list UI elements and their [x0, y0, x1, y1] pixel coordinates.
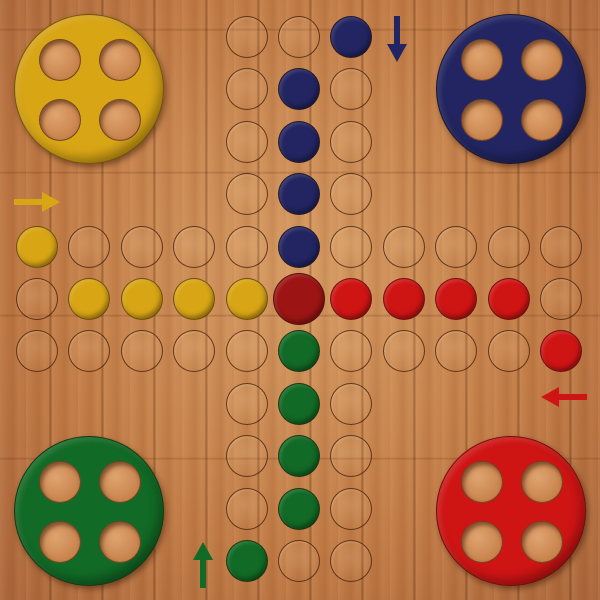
- field-empty[interactable]: [435, 225, 478, 268]
- field-blue[interactable]: [278, 120, 320, 163]
- field-green[interactable]: [278, 487, 320, 530]
- field-empty[interactable]: [225, 487, 268, 530]
- green-start-arrow-icon: [193, 542, 213, 588]
- field-empty[interactable]: [225, 330, 268, 373]
- field-green[interactable]: [278, 330, 320, 373]
- field-empty[interactable]: [225, 173, 268, 216]
- field-empty[interactable]: [120, 225, 163, 268]
- field-red[interactable]: [540, 330, 582, 373]
- field-red[interactable]: [330, 278, 373, 320]
- home-red: [436, 436, 586, 586]
- field-empty[interactable]: [173, 225, 216, 268]
- field-empty[interactable]: [330, 173, 373, 216]
- field-empty[interactable]: [278, 540, 320, 582]
- field-green[interactable]: [225, 540, 268, 582]
- field-empty[interactable]: [120, 330, 163, 373]
- field-blue[interactable]: [278, 68, 320, 111]
- field-blue[interactable]: [278, 225, 320, 268]
- field-yellow[interactable]: [225, 278, 268, 320]
- field-yellow[interactable]: [68, 278, 111, 320]
- home-slot[interactable]: [461, 521, 503, 563]
- field-empty[interactable]: [225, 435, 268, 478]
- field-empty[interactable]: [330, 540, 373, 582]
- field-empty[interactable]: [225, 382, 268, 425]
- home-slot[interactable]: [39, 99, 81, 141]
- field-empty[interactable]: [68, 330, 111, 373]
- home-slot[interactable]: [521, 461, 563, 503]
- field-yellow[interactable]: [120, 278, 163, 320]
- field-empty[interactable]: [330, 330, 373, 373]
- field-empty[interactable]: [173, 330, 216, 373]
- field-empty[interactable]: [225, 16, 268, 58]
- home-slot[interactable]: [39, 461, 81, 503]
- home-yellow: [14, 14, 164, 164]
- home-slot[interactable]: [39, 39, 81, 81]
- home-slot[interactable]: [521, 39, 563, 81]
- field-empty[interactable]: [487, 330, 530, 373]
- home-slot[interactable]: [521, 99, 563, 141]
- blue-start-arrow-icon: [387, 16, 407, 62]
- field-red[interactable]: [487, 278, 530, 320]
- home-slot[interactable]: [99, 99, 141, 141]
- field-yellow[interactable]: [16, 225, 58, 268]
- home-slot[interactable]: [461, 99, 503, 141]
- field-empty[interactable]: [330, 487, 373, 530]
- field-green[interactable]: [278, 435, 320, 478]
- field-empty[interactable]: [16, 330, 58, 373]
- home-slot[interactable]: [39, 521, 81, 563]
- field-blue[interactable]: [278, 173, 320, 216]
- field-empty[interactable]: [330, 382, 373, 425]
- yellow-start-arrow-icon: [14, 192, 60, 212]
- field-green[interactable]: [278, 382, 320, 425]
- home-slot[interactable]: [99, 39, 141, 81]
- field-empty[interactable]: [487, 225, 530, 268]
- field-empty[interactable]: [225, 120, 268, 163]
- field-red[interactable]: [435, 278, 478, 320]
- red-start-arrow-icon: [541, 387, 587, 407]
- field-empty[interactable]: [225, 68, 268, 111]
- home-slot[interactable]: [99, 521, 141, 563]
- field-empty[interactable]: [16, 278, 58, 320]
- field-empty[interactable]: [330, 120, 373, 163]
- field-yellow[interactable]: [173, 278, 216, 320]
- home-slot[interactable]: [99, 461, 141, 503]
- field-empty[interactable]: [330, 225, 373, 268]
- home-slot[interactable]: [521, 521, 563, 563]
- field-empty[interactable]: [540, 225, 582, 268]
- field-empty[interactable]: [540, 278, 582, 320]
- field-empty[interactable]: [225, 225, 268, 268]
- field-empty[interactable]: [382, 225, 425, 268]
- home-slot[interactable]: [461, 39, 503, 81]
- home-blue: [436, 14, 586, 164]
- field-empty[interactable]: [330, 435, 373, 478]
- ludo-board: [0, 0, 600, 600]
- field-empty[interactable]: [435, 330, 478, 373]
- home-green: [14, 436, 164, 586]
- home-slot[interactable]: [461, 461, 503, 503]
- field-blue[interactable]: [330, 16, 373, 58]
- field-darkred[interactable]: [273, 273, 325, 325]
- field-empty[interactable]: [330, 68, 373, 111]
- field-empty[interactable]: [278, 16, 320, 58]
- field-empty[interactable]: [68, 225, 111, 268]
- field-empty[interactable]: [382, 330, 425, 373]
- field-red[interactable]: [382, 278, 425, 320]
